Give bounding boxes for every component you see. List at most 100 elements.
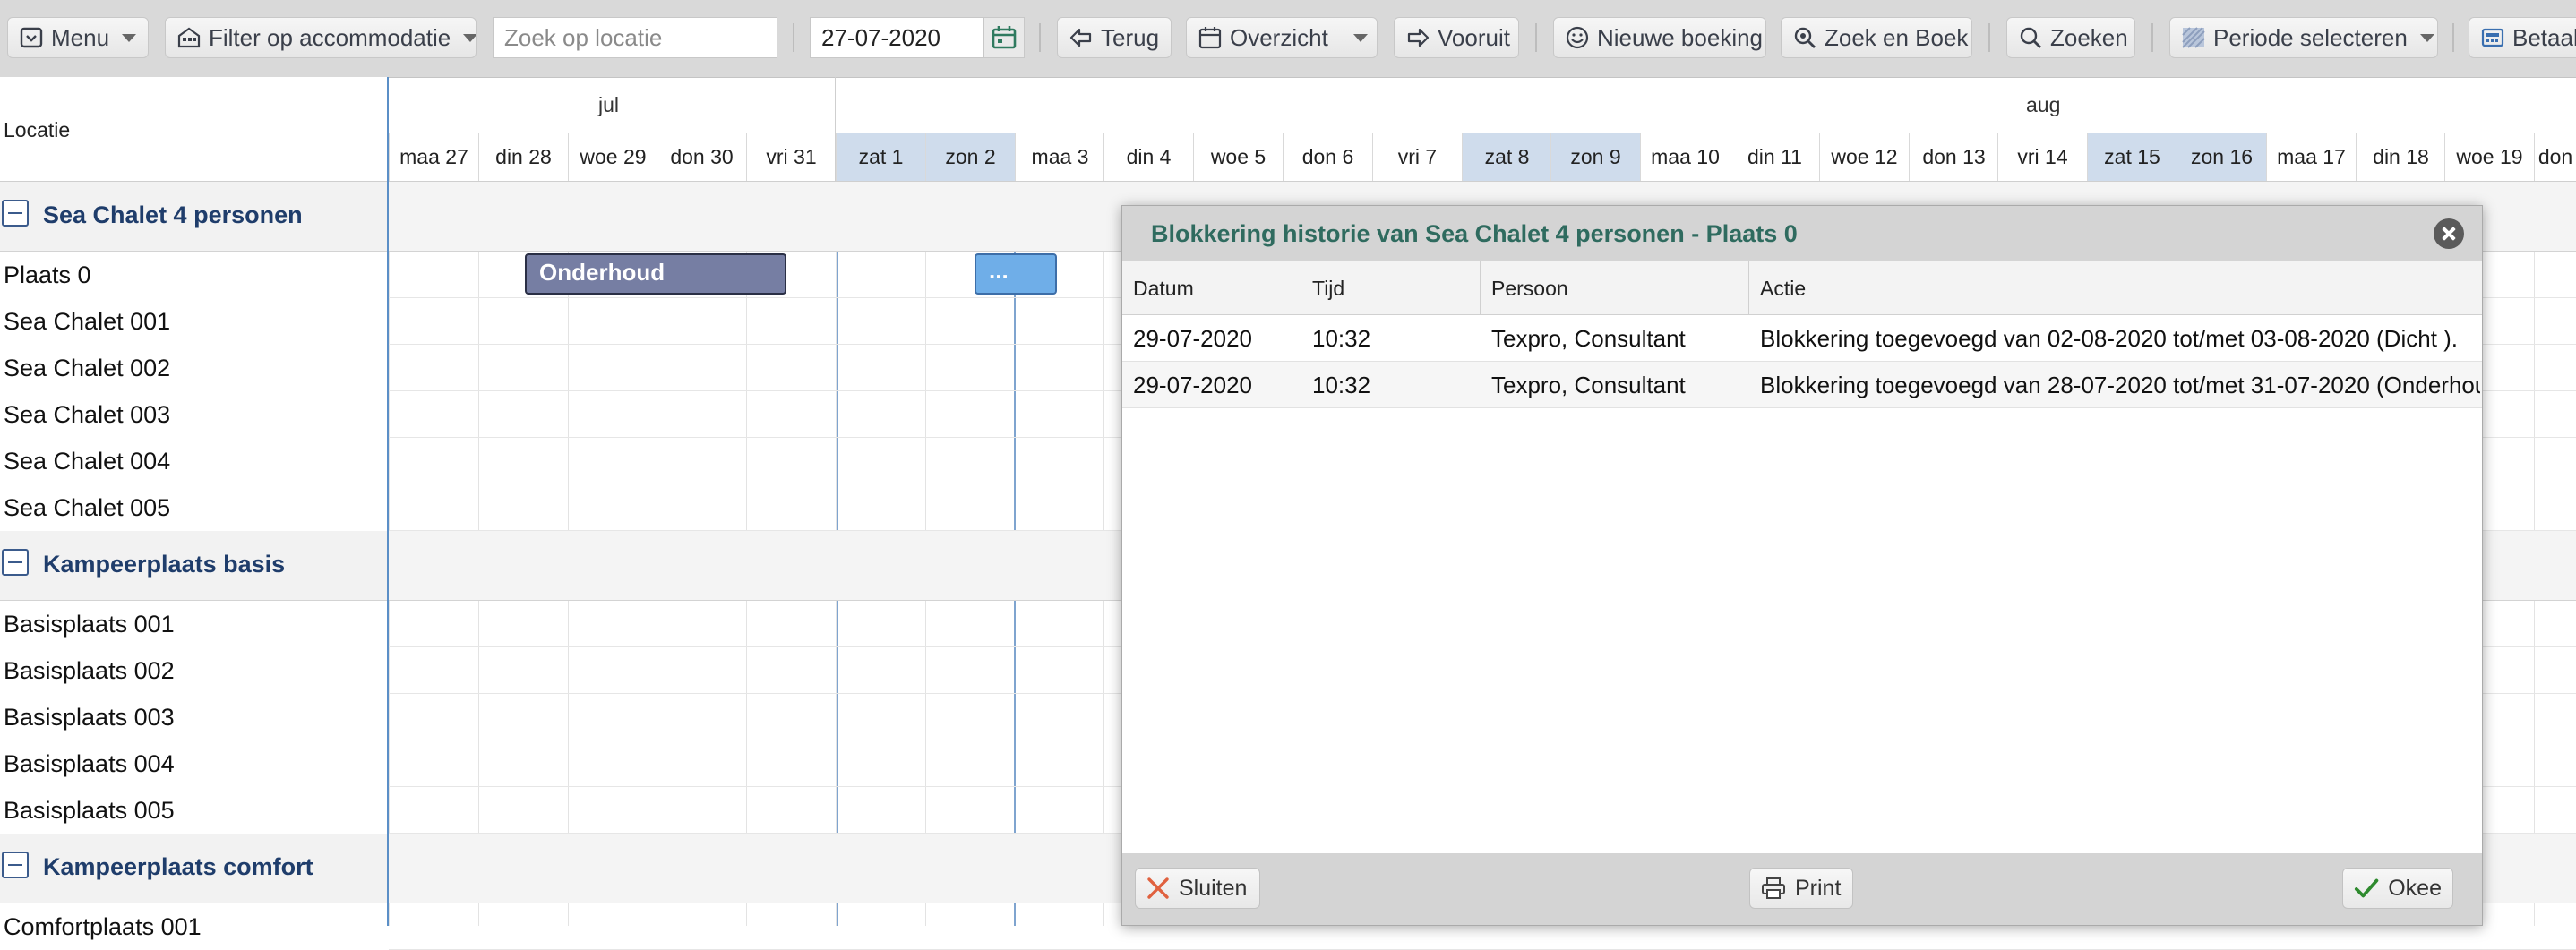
location-row[interactable]: Sea Chalet 004 (0, 438, 387, 484)
group-name: Kampeerplaats comfort (43, 853, 313, 880)
forward-button[interactable]: Vooruit (1394, 17, 1519, 58)
location-row[interactable]: Basisplaats 002 (0, 647, 387, 694)
cell-datum: 29-07-2020 (1133, 371, 1252, 398)
filter-label: Filter op accommodatie (209, 23, 451, 51)
day-header-cell[interactable]: woe 19 (2444, 133, 2534, 181)
history-table-header: Datum Tijd Persoon Actie (1122, 261, 2482, 315)
forward-label: Vooruit (1438, 23, 1510, 51)
group-name: Sea Chalet 4 personen (43, 201, 303, 228)
table-row[interactable]: 29-07-2020 10:32 Texpro, Consultant Blok… (1122, 315, 2482, 362)
month-label-aug: aug (2026, 93, 2061, 116)
close-x-icon (1147, 877, 1169, 899)
overview-button[interactable]: Overzicht (1186, 17, 1378, 58)
new-booking-button[interactable]: Nieuwe boeking (1553, 17, 1766, 58)
day-header-cell[interactable]: zat 15 (2087, 133, 2177, 181)
day-header-cell[interactable]: vri 7 (1372, 133, 1462, 181)
location-row[interactable]: Sea Chalet 005 (0, 484, 387, 531)
location-row[interactable]: Sea Chalet 003 (0, 391, 387, 438)
collapse-icon[interactable] (2, 200, 29, 227)
close-icon[interactable] (2434, 218, 2464, 249)
day-header-cell[interactable]: zon 2 (925, 133, 1015, 181)
location-row[interactable]: Comfortplaats 001 (0, 903, 387, 950)
day-header-cell[interactable]: don 13 (1909, 133, 1998, 181)
day-header-cell[interactable]: zon 16 (2177, 133, 2266, 181)
search-and-book-button[interactable]: Zoek en Boek (1781, 17, 1972, 58)
period-select-button[interactable]: Periode selecteren (2169, 17, 2438, 58)
day-header-cell[interactable]: maa 17 (2266, 133, 2356, 181)
cell-tijd: 10:32 (1312, 324, 1371, 352)
day-header-cell[interactable]: maa 3 (1015, 133, 1104, 181)
location-row[interactable]: Plaats 0 (0, 252, 387, 298)
day-header-cell[interactable]: woe 12 (1819, 133, 1909, 181)
pay-button[interactable]: Betaal (2469, 17, 2576, 58)
search-label: Zoeken (2050, 23, 2128, 51)
hatched-period-icon (2182, 27, 2205, 48)
day-header-cell[interactable]: zat 1 (836, 133, 925, 181)
booking-bar-onderhoud[interactable]: Onderhoud (525, 253, 786, 295)
toolbar-divider (1988, 23, 1990, 52)
day-header-cell[interactable]: din 11 (1730, 133, 1819, 181)
table-row[interactable]: 29-07-2020 10:32 Texpro, Consultant Blok… (1122, 362, 2482, 408)
day-header-cell[interactable]: woe 29 (568, 133, 657, 181)
cell-actie: Blokkering toegevoegd van 02-08-2020 tot… (1760, 324, 2459, 352)
location-search-input[interactable] (493, 17, 777, 58)
location-header: Locatie (4, 118, 71, 141)
location-row[interactable]: Sea Chalet 002 (0, 345, 387, 391)
chevron-down-icon (463, 33, 476, 42)
day-header-cell[interactable]: don 6 (1283, 133, 1372, 181)
day-header-cell[interactable]: zat 8 (1462, 133, 1551, 181)
close-button[interactable]: Sluiten (1135, 868, 1260, 909)
day-header-cell[interactable]: don (2534, 133, 2576, 181)
day-header-cell[interactable]: vri 31 (746, 133, 836, 181)
booking-bar-dicht[interactable]: ... (975, 253, 1057, 295)
ok-label: Okee (2388, 875, 2442, 901)
day-header-cell[interactable]: din 28 (478, 133, 568, 181)
toolbar-divider (1535, 23, 1537, 52)
location-row[interactable]: Sea Chalet 001 (0, 298, 387, 345)
day-header-cell[interactable]: maa 10 (1640, 133, 1730, 181)
chevron-down-icon (122, 33, 137, 42)
location-row[interactable]: Basisplaats 003 (0, 694, 387, 740)
arrow-left-icon (1069, 28, 1092, 47)
calendar-icon (992, 26, 1017, 49)
day-header-cell[interactable]: vri 14 (1997, 133, 2087, 181)
print-label: Print (1795, 875, 1842, 901)
search-and-book-label: Zoek en Boek (1825, 23, 1969, 51)
column-header-datum[interactable]: Datum (1122, 261, 1301, 315)
column-header-persoon[interactable]: Persoon (1481, 261, 1749, 315)
date-input[interactable] (810, 17, 985, 58)
menu-icon (20, 27, 43, 48)
day-header-cell[interactable]: din 18 (2356, 133, 2445, 181)
search-icon (2020, 27, 2041, 48)
close-label: Sluiten (1179, 875, 1248, 901)
column-header-tijd[interactable]: Tijd (1301, 261, 1481, 315)
location-row[interactable]: Basisplaats 004 (0, 740, 387, 787)
search-button[interactable]: Zoeken (2006, 17, 2135, 58)
location-row[interactable]: Basisplaats 005 (0, 787, 387, 834)
dialog-title: Blokkering historie van Sea Chalet 4 per… (1151, 220, 1798, 247)
chevron-down-icon (2419, 33, 2434, 42)
collapse-icon[interactable] (2, 549, 29, 576)
cell-actie: Blokkering toegevoegd van 28-07-2020 tot… (1760, 371, 2480, 398)
filter-accommodation-button[interactable]: Filter op accommodatie (165, 17, 477, 58)
ok-button[interactable]: Okee (2342, 868, 2453, 909)
calendar-button[interactable] (983, 17, 1025, 58)
print-button[interactable]: Print (1749, 868, 1853, 909)
menu-label: Menu (51, 23, 110, 51)
menu-button[interactable]: Menu (7, 17, 149, 58)
collapse-icon[interactable] (2, 852, 29, 878)
day-header-cell[interactable]: woe 5 (1193, 133, 1283, 181)
back-button[interactable]: Terug (1057, 17, 1172, 58)
day-header-cell[interactable]: zon 9 (1550, 133, 1640, 181)
cell-persoon: Texpro, Consultant (1491, 371, 1686, 398)
checkmark-icon (2354, 878, 2379, 898)
period-label: Periode selecteren (2213, 23, 2408, 51)
column-header-actie[interactable]: Actie (1749, 261, 2482, 315)
location-row[interactable]: Basisplaats 001 (0, 601, 387, 647)
day-header-cell[interactable]: don 30 (657, 133, 746, 181)
arrow-right-icon (1407, 28, 1430, 47)
day-header-cell[interactable]: din 4 (1103, 133, 1193, 181)
location-column-divider (387, 77, 389, 926)
day-header-cell[interactable]: maa 27 (389, 133, 478, 181)
overview-label: Overzicht (1230, 23, 1328, 51)
